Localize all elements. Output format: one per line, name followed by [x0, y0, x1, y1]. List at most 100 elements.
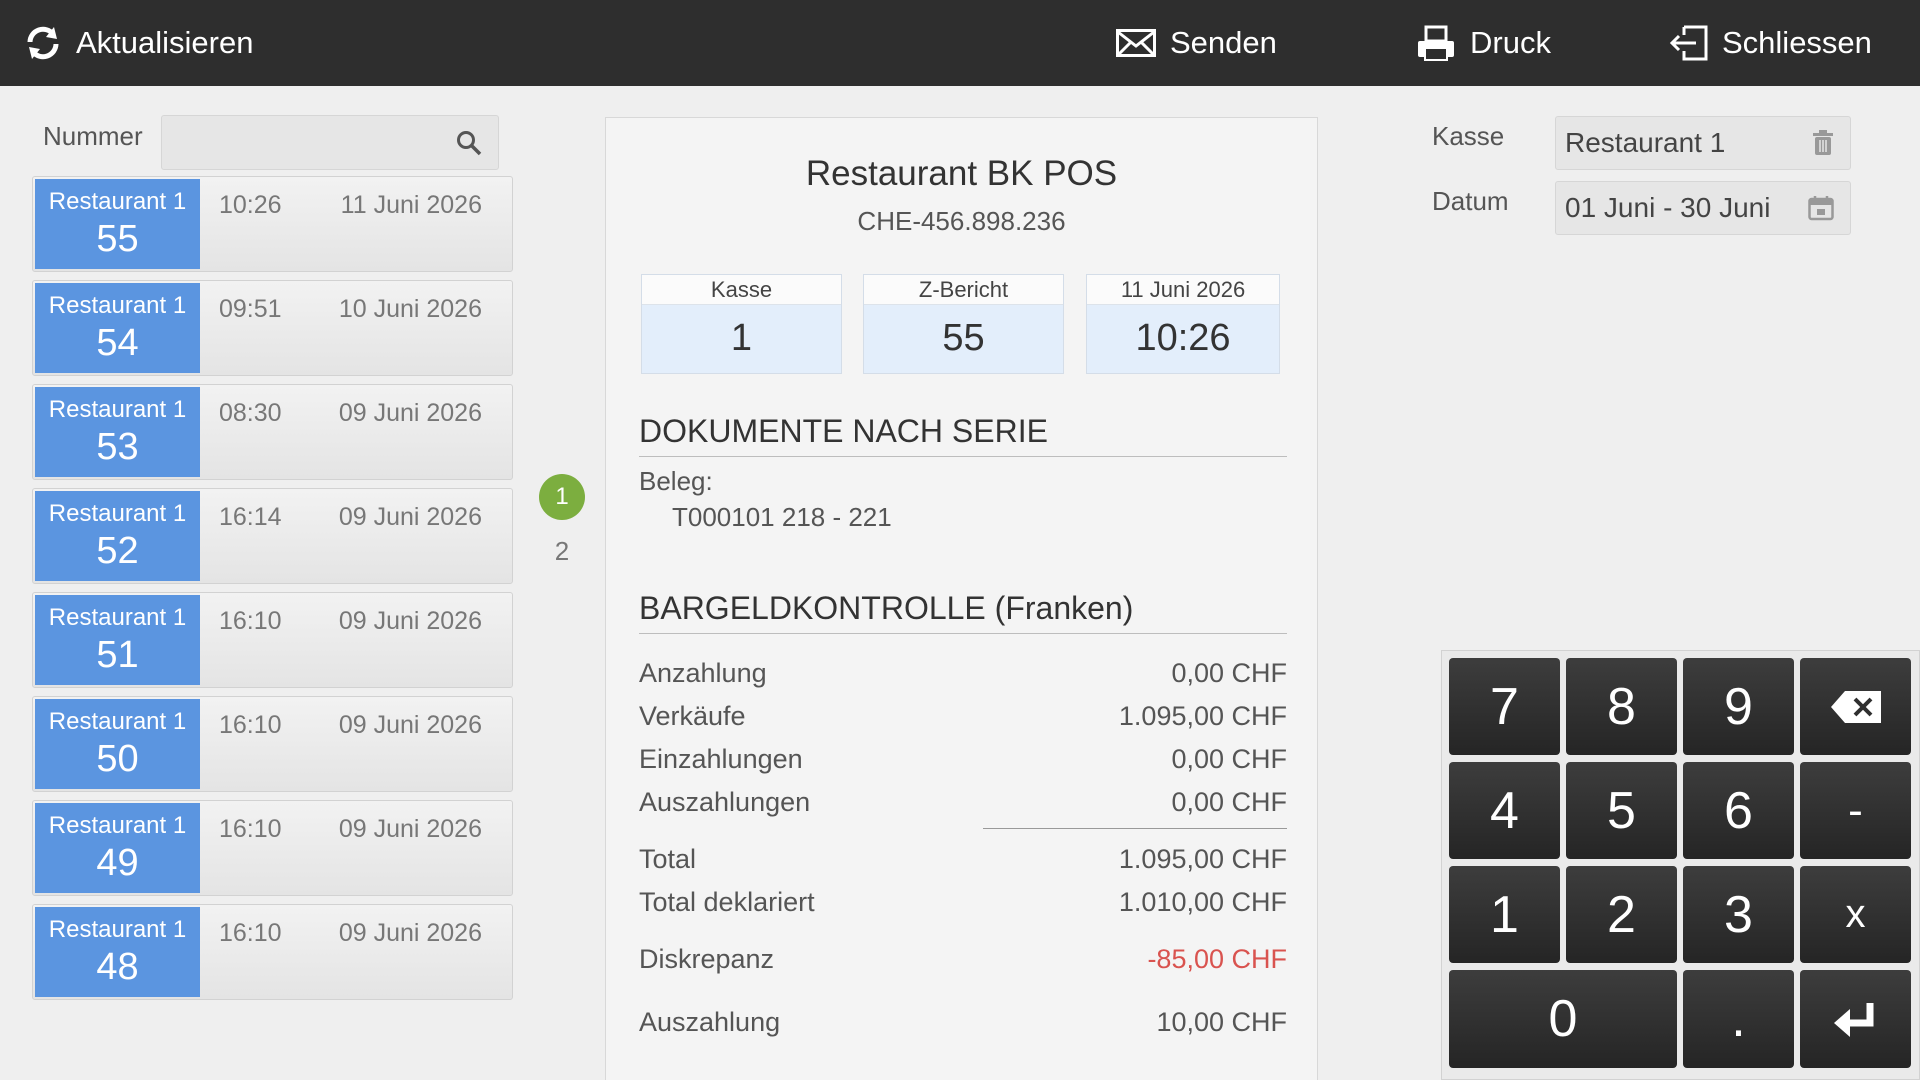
report-row-50[interactable]: Restaurant 1 50 16:10 09 Juni 2026 — [32, 696, 513, 792]
row-diskrepanz: Diskrepanz -85,00 CHF — [639, 944, 1287, 978]
row-value: 1.010,00 CHF — [1118, 887, 1287, 917]
kasse-filter-field[interactable]: Restaurant 1 — [1555, 116, 1851, 170]
report-row-52[interactable]: Restaurant 1 52 16:14 09 Juni 2026 — [32, 488, 513, 584]
report-register-name: Restaurant 1 — [48, 708, 187, 735]
row-label: Anzahlung — [639, 658, 767, 688]
trash-icon[interactable] — [1812, 130, 1834, 156]
key-enter[interactable] — [1800, 970, 1911, 1068]
send-button[interactable]: Senden — [1116, 0, 1277, 86]
report-date: 09 Juni 2026 — [338, 919, 482, 947]
report-badge: Restaurant 1 50 — [35, 699, 200, 789]
key-8[interactable]: 8 — [1566, 658, 1677, 755]
report-badge: Restaurant 1 55 — [35, 179, 200, 269]
report-time: 16:14 — [219, 503, 282, 531]
page-2-button[interactable]: 2 — [539, 536, 585, 572]
report-badge: Restaurant 1 51 — [35, 595, 200, 685]
envelope-icon — [1116, 29, 1156, 57]
report-badge: Restaurant 1 49 — [35, 803, 200, 893]
close-button[interactable]: Schliessen — [1668, 0, 1872, 86]
top-toolbar: Aktualisieren Senden Druck Schliessen — [0, 0, 1920, 86]
row-value: 0,00 CHF — [1171, 787, 1287, 817]
beleg-label: Beleg: — [639, 466, 713, 496]
search-icon[interactable] — [456, 130, 482, 156]
key-decimal[interactable]: . — [1683, 970, 1794, 1068]
refresh-button[interactable]: Aktualisieren — [24, 0, 253, 86]
page-1-button[interactable]: 1 — [539, 474, 585, 520]
kasse-filter-label: Kasse — [1432, 121, 1505, 151]
row-auszahlung: Auszahlung 10,00 CHF — [639, 1007, 1287, 1041]
number-label: Nummer — [43, 121, 143, 151]
key-2[interactable]: 2 — [1566, 866, 1677, 963]
datum-filter-field[interactable]: 01 Juni - 30 Juni — [1555, 181, 1851, 235]
row-label: Einzahlungen — [639, 744, 803, 774]
key-4[interactable]: 4 — [1449, 762, 1560, 859]
row-auszahlungen: Auszahlungen 0,00 CHF — [639, 787, 1287, 821]
key-3[interactable]: 3 — [1683, 866, 1794, 963]
report-badge: Restaurant 1 52 — [35, 491, 200, 581]
info-z-label: Z-Bericht — [864, 275, 1063, 305]
row-value: 0,00 CHF — [1171, 658, 1287, 688]
report-time: 16:10 — [219, 607, 282, 635]
z-report-panel: Restaurant BK POS CHE-456.898.236 Kasse … — [605, 117, 1318, 1080]
report-time: 10:26 — [219, 191, 282, 219]
report-date: 10 Juni 2026 — [338, 295, 482, 323]
key-0[interactable]: 0 — [1449, 970, 1677, 1068]
report-row-53[interactable]: Restaurant 1 53 08:30 09 Juni 2026 — [32, 384, 513, 480]
report-number: 55 — [96, 218, 139, 260]
info-z-value: 55 — [942, 317, 985, 359]
printer-icon — [1418, 25, 1454, 61]
report-date: 09 Juni 2026 — [338, 399, 482, 427]
report-register-name: Restaurant 1 — [48, 188, 187, 215]
report-register-name: Restaurant 1 — [48, 604, 187, 631]
report-row-49[interactable]: Restaurant 1 49 16:10 09 Juni 2026 — [32, 800, 513, 896]
print-button[interactable]: Druck — [1416, 0, 1551, 86]
send-label: Senden — [1170, 25, 1277, 60]
key-1[interactable]: 1 — [1449, 866, 1560, 963]
report-row-54[interactable]: Restaurant 1 54 09:51 10 Juni 2026 — [32, 280, 513, 376]
row-value: 1.095,00 CHF — [1118, 844, 1287, 874]
report-row-55[interactable]: Restaurant 1 55 10:26 11 Juni 2026 — [32, 176, 513, 272]
key-6[interactable]: 6 — [1683, 762, 1794, 859]
number-search-field[interactable] — [161, 115, 499, 170]
report-number: 53 — [96, 426, 139, 468]
report-number: 49 — [96, 842, 139, 884]
report-badge: Restaurant 1 54 — [35, 283, 200, 373]
report-number: 51 — [96, 634, 139, 676]
report-register-name: Restaurant 1 — [48, 292, 187, 319]
row-label: Auszahlungen — [639, 787, 811, 817]
z-report-list: Restaurant 1 55 10:26 11 Juni 2026 Resta… — [32, 176, 513, 1008]
report-register-name: Restaurant 1 — [48, 500, 187, 527]
report-time: 16:10 — [219, 815, 282, 843]
report-row-48[interactable]: Restaurant 1 48 16:10 09 Juni 2026 — [32, 904, 513, 1000]
key-5[interactable]: 5 — [1566, 762, 1677, 859]
key-9[interactable]: 9 — [1683, 658, 1794, 755]
refresh-label: Aktualisieren — [76, 25, 254, 60]
report-date: 09 Juni 2026 — [338, 815, 482, 843]
calendar-icon[interactable] — [1808, 195, 1834, 221]
subtotal-divider — [983, 828, 1287, 829]
row-label: Auszahlung — [639, 1007, 781, 1037]
info-kasse-value: 1 — [730, 317, 753, 359]
report-number: 50 — [96, 738, 139, 780]
key-backspace[interactable] — [1800, 658, 1911, 755]
enter-icon — [1833, 1003, 1873, 1037]
row-einzahlungen: Einzahlungen 0,00 CHF — [639, 744, 1287, 778]
report-number: 48 — [96, 946, 139, 988]
report-row-51[interactable]: Restaurant 1 51 16:10 09 Juni 2026 — [32, 592, 513, 688]
report-time: 16:10 — [219, 919, 282, 947]
row-label: Total — [639, 844, 697, 874]
row-label: Verkäufe — [639, 701, 746, 731]
row-label: Total deklariert — [639, 887, 815, 917]
row-value: 0,00 CHF — [1171, 744, 1287, 774]
key-multiply[interactable]: x — [1800, 866, 1911, 963]
row-label: Diskrepanz — [639, 944, 775, 974]
row-total: Total 1.095,00 CHF — [639, 844, 1287, 878]
refresh-icon — [27, 26, 59, 60]
print-label: Druck — [1470, 25, 1551, 60]
report-time: 09:51 — [219, 295, 282, 323]
backspace-icon — [1830, 690, 1881, 723]
report-date: 11 Juni 2026 — [340, 191, 482, 219]
key-minus[interactable]: - — [1800, 762, 1911, 859]
key-7[interactable]: 7 — [1449, 658, 1560, 755]
datum-filter-label: Datum — [1432, 186, 1509, 216]
